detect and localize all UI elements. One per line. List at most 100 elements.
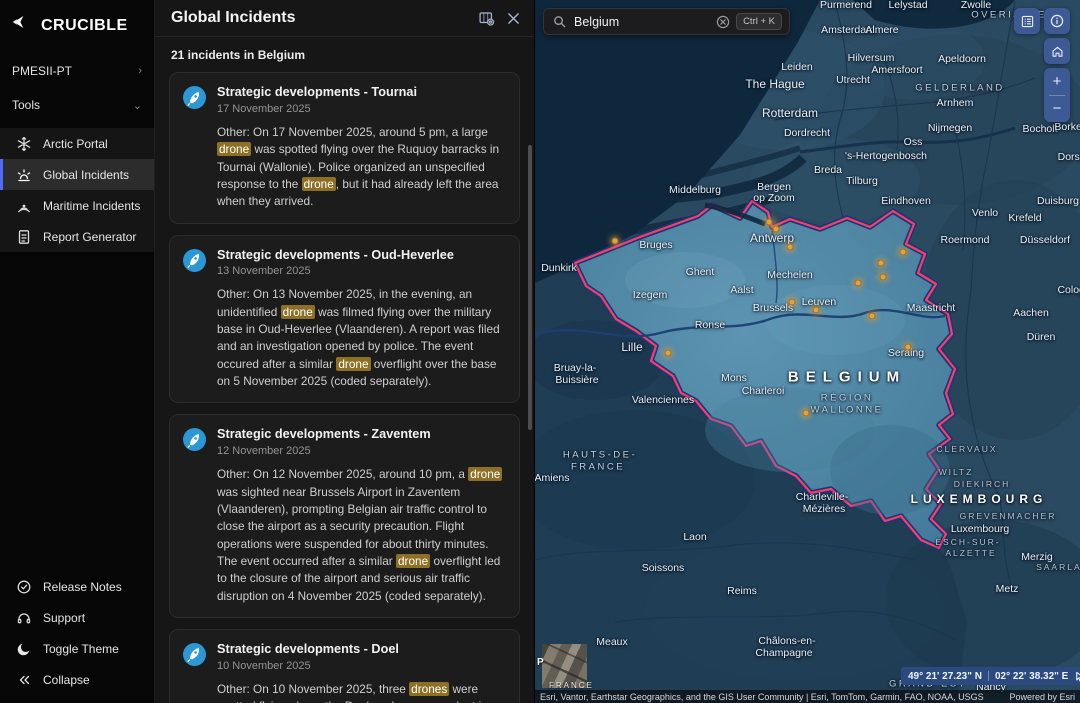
incident-body: Other: On 13 November 2025, in the eveni… (217, 286, 506, 390)
powered-by-esri: Powered by Esri (1009, 692, 1075, 702)
tool-label: Toggle Theme (43, 642, 119, 656)
tool-label: Collapse (43, 673, 90, 687)
clear-search-icon[interactable] (716, 15, 730, 29)
incident-date: 13 November 2025 (217, 265, 454, 277)
incident-title: Strategic developments - Zaventem (217, 427, 431, 443)
incident-body: Other: On 12 November 2025, around 10 pm… (217, 466, 506, 605)
incident-dot[interactable] (880, 274, 887, 281)
sidebar-item-collapse[interactable]: Collapse (0, 664, 154, 695)
incident-dot[interactable] (789, 299, 796, 306)
incident-dot[interactable] (787, 244, 794, 251)
incident-dot[interactable] (905, 344, 912, 351)
chevron-right-icon: › (138, 65, 142, 77)
incident-body: Other: On 10 November 2025, three drones… (217, 681, 506, 703)
app-title: CRUCIBLE (41, 17, 128, 35)
rocket-icon (183, 86, 206, 109)
map: PurmerendLelystadZwolleOVERIJSSELAmsterd… (535, 0, 1080, 703)
sidebar-item-arctic-portal[interactable]: Arctic Portal (0, 128, 154, 159)
info-button[interactable] (1044, 8, 1070, 34)
incident-card[interactable]: Strategic developments - Tournai 17 Nove… (169, 72, 520, 224)
incident-date: 17 November 2025 (217, 103, 417, 115)
incident-count: 21 incidents in Belgium (155, 37, 534, 68)
tool-label: Arctic Portal (43, 137, 108, 151)
incident-card[interactable]: Strategic developments - Zaventem 12 Nov… (169, 414, 520, 618)
tools-group: Arctic Portal Global Incidents Maritime … (0, 128, 154, 252)
tool-label: Support (43, 611, 85, 625)
coordinates-readout: 49° 21' 27.23" N 02° 22' 38.32" E (901, 667, 1080, 685)
sidebar-item-tools[interactable]: Tools ⌄ (0, 88, 154, 122)
zoom-in-button[interactable]: + (1044, 68, 1070, 95)
tools-label: Tools (12, 98, 40, 112)
incident-dot[interactable] (878, 260, 885, 267)
attribution-sources: Esri, Vantor, Earthstar Geographics, and… (540, 692, 984, 702)
incident-dot[interactable] (612, 238, 619, 245)
sidebar-footer: Release Notes Support Toggle Theme (0, 571, 154, 703)
snowflake-icon (16, 136, 32, 152)
rocket-icon (183, 643, 206, 666)
rocket-icon (183, 249, 206, 272)
incident-dot[interactable] (665, 350, 672, 357)
siren-icon (16, 167, 32, 183)
search-icon (553, 15, 566, 28)
incident-dot[interactable] (869, 313, 876, 320)
crucible-logo[interactable]: CRUCIBLE (0, 0, 154, 54)
incident-date: 12 November 2025 (217, 445, 431, 457)
badge-check-icon (16, 579, 32, 595)
panel-header: Global Incidents (155, 0, 534, 37)
legend-button[interactable] (1014, 8, 1040, 34)
incidents-panel: Global Incidents 21 incidents in Belgium (155, 0, 535, 703)
zoom-out-button[interactable]: − (1044, 96, 1070, 123)
map-canvas[interactable] (535, 0, 1080, 703)
tool-label: Global Incidents (43, 168, 129, 182)
map-edit-icon[interactable] (478, 10, 495, 27)
incident-title: Strategic developments - Doel (217, 642, 399, 658)
incident-dot[interactable] (766, 219, 773, 226)
page-title: Global Incidents (171, 9, 295, 27)
sidebar-item-pmesii-pt[interactable]: PMESII-PT › (0, 54, 154, 88)
sidebar-item-report-generator[interactable]: Report Generator (0, 221, 154, 252)
close-icon[interactable] (507, 12, 520, 25)
pmesii-label: PMESII-PT (12, 64, 72, 78)
document-icon (16, 229, 32, 245)
incident-dot[interactable] (803, 410, 810, 417)
moon-icon (16, 641, 32, 657)
collapse-icon (16, 672, 32, 688)
home-button[interactable] (1044, 38, 1070, 64)
incident-dot[interactable] (855, 280, 862, 287)
sidebar-item-toggle-theme[interactable]: Toggle Theme (0, 633, 154, 664)
longitude-value: 02° 22' 38.32" E (995, 671, 1068, 682)
shortcut-badge: Ctrl + K (736, 13, 782, 30)
map-attribution: Esri, Vantor, Earthstar Geographics, and… (535, 690, 1080, 703)
tool-label: Release Notes (43, 580, 122, 594)
incident-dot[interactable] (900, 249, 907, 256)
sidebar-item-release-notes[interactable]: Release Notes (0, 571, 154, 602)
crucible-logo-icon (10, 14, 34, 38)
sidebar-item-support[interactable]: Support (0, 602, 154, 633)
zoom-controls: + − (1044, 68, 1070, 122)
incident-title: Strategic developments - Tournai (217, 85, 417, 101)
sidebar-item-maritime-incidents[interactable]: Maritime Incidents (0, 190, 154, 221)
incident-list: Strategic developments - Tournai 17 Nove… (155, 68, 534, 703)
sidebar: CRUCIBLE PMESII-PT › Tools ⌄ Arctic Port… (0, 0, 155, 703)
incident-card[interactable]: Strategic developments - Doel 10 Novembe… (169, 629, 520, 703)
latitude-value: 49° 21' 27.23" N (908, 671, 982, 682)
tool-label: Maritime Incidents (43, 199, 140, 213)
incident-card[interactable]: Strategic developments - Oud-Heverlee 13… (169, 235, 520, 404)
cursor-icon (1074, 671, 1080, 682)
incident-date: 10 November 2025 (217, 660, 399, 672)
tool-label: Report Generator (43, 230, 136, 244)
incident-body: Other: On 17 November 2025, around 5 pm,… (217, 124, 506, 211)
coord-divider (988, 671, 989, 681)
chevron-down-icon: ⌄ (133, 99, 142, 112)
inset-country-label: FRANCE (549, 681, 594, 690)
inset-city-label: P (537, 657, 544, 668)
search-input[interactable] (566, 15, 716, 29)
sidebar-item-global-incidents[interactable]: Global Incidents (0, 159, 154, 190)
headset-icon (16, 610, 32, 626)
map-search-bar: Ctrl + K (543, 8, 790, 35)
incident-dot[interactable] (773, 226, 780, 233)
incident-dot[interactable] (813, 307, 820, 314)
panel-scrollbar[interactable] (528, 145, 532, 430)
rocket-icon (183, 428, 206, 451)
sonar-icon (16, 198, 32, 214)
